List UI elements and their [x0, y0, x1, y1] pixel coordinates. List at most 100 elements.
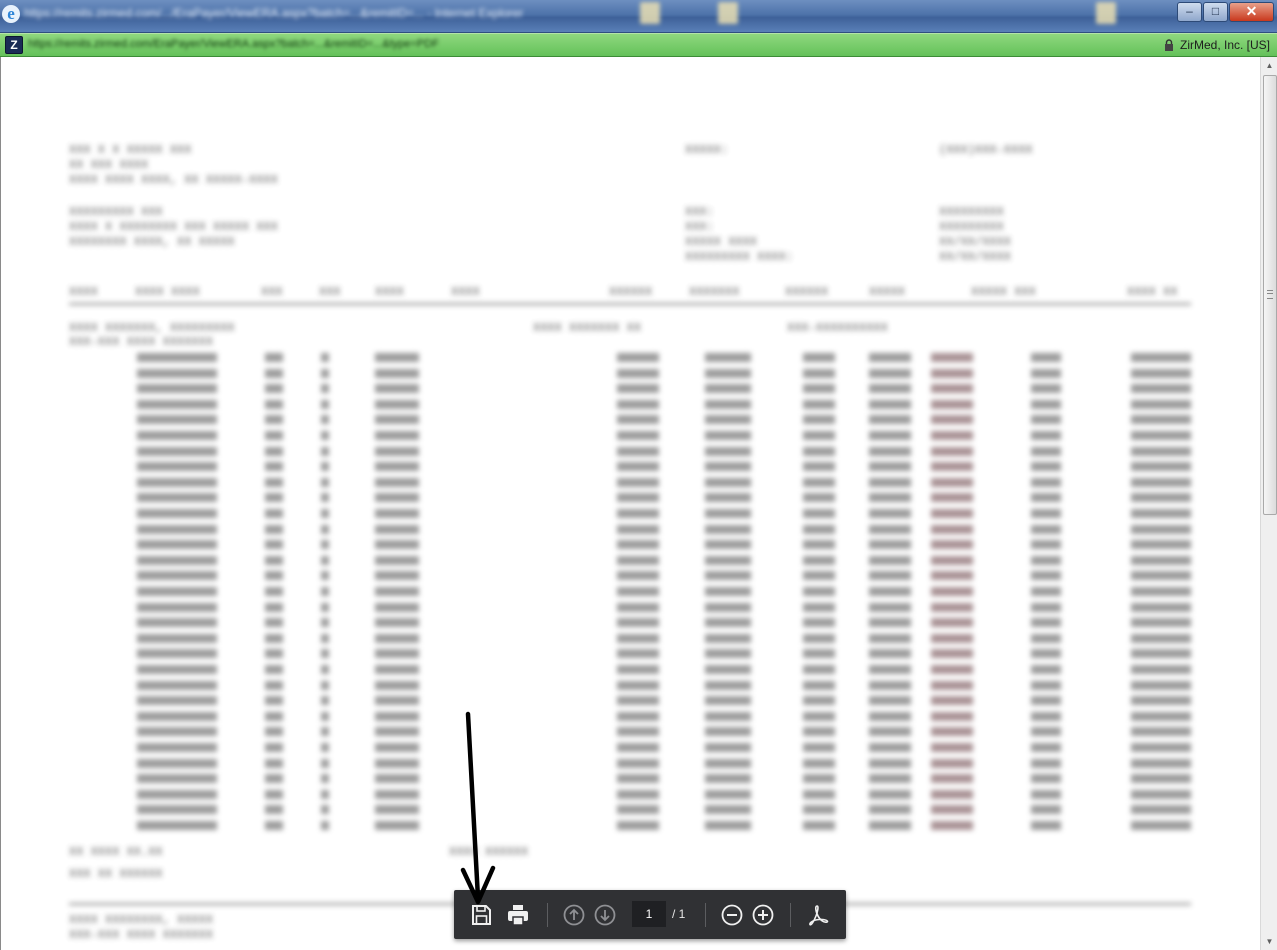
service-line-cell: [265, 711, 283, 721]
service-line-cell: [869, 789, 911, 799]
service-line-cell: [137, 696, 183, 706]
service-line-cell: [931, 571, 973, 581]
service-line-cell: [137, 415, 183, 425]
scroll-down-icon[interactable]: ▼: [1261, 933, 1277, 950]
service-line-cell: [375, 805, 419, 815]
service-line-cell: [265, 789, 283, 799]
column-header: XXX: [261, 285, 283, 299]
service-line-cell: [617, 680, 659, 690]
page-total: / 1: [672, 907, 686, 921]
service-line-cell: [803, 649, 835, 659]
service-line-cell: [1131, 415, 1191, 425]
service-line-cell: [1031, 555, 1061, 565]
service-line-cell: [375, 431, 419, 440]
service-line-cell: [1031, 602, 1061, 612]
service-line-cell: [803, 618, 835, 628]
service-line-cell: [1031, 774, 1061, 784]
service-line-cell: [617, 821, 659, 830]
zoom-in-button[interactable]: [750, 902, 776, 928]
url-text[interactable]: https://remits.zirmed.com/EraPayer/ViewE…: [28, 38, 528, 52]
service-line-cell: [265, 618, 283, 628]
address-bar[interactable]: Z https://remits.zirmed.com/EraPayer/Vie…: [0, 33, 1277, 57]
tin-value: XXXXXXXXX: [939, 220, 1004, 234]
pdf-toolbar: / 1: [454, 890, 846, 939]
column-header: XXXXXX: [785, 285, 829, 299]
service-line-cell: [375, 587, 419, 596]
service-line-cell: [705, 602, 751, 612]
service-line-cell: [1031, 368, 1061, 378]
service-line-cell: [1131, 774, 1191, 784]
service-line-cell: [1131, 477, 1191, 487]
service-line-cell: [803, 493, 835, 503]
service-line-cell: [137, 399, 183, 409]
service-line-cell: [705, 399, 751, 409]
certificate-label[interactable]: ZirMed, Inc. [US]: [1180, 38, 1270, 52]
scroll-up-icon[interactable]: ▲: [1261, 57, 1277, 74]
service-line-cell: [375, 696, 419, 706]
service-line-cell: [137, 368, 183, 378]
previous-page-button[interactable]: [561, 902, 587, 928]
service-line-cell: [1031, 446, 1061, 456]
service-line-cell: [705, 789, 751, 799]
grip-icon: [1267, 290, 1273, 299]
service-line-cell: [705, 821, 751, 830]
window-thumbnail: [718, 2, 738, 24]
service-line-cell: [321, 540, 329, 550]
service-line-cell: [705, 758, 751, 768]
page-number-input[interactable]: [632, 901, 666, 927]
service-line-cell: [617, 555, 659, 565]
next-page-button[interactable]: [592, 902, 618, 928]
service-line-cell: [1031, 618, 1061, 628]
scroll-thumb[interactable]: [1263, 75, 1277, 515]
service-line-cell: [705, 649, 751, 659]
vertical-scrollbar[interactable]: ▲ ▼: [1260, 57, 1277, 950]
print-button[interactable]: [505, 902, 531, 928]
service-line-cell: [137, 477, 183, 487]
payer-address: XX XXX XXXX: [69, 158, 149, 172]
service-line-cell: [321, 509, 329, 518]
column-header: XXXXX: [869, 285, 906, 299]
service-line-cell: [705, 509, 751, 518]
pointer-arrow-icon: [460, 711, 496, 905]
service-line-cell: [183, 711, 217, 721]
service-line-cell: [265, 368, 283, 378]
service-line-cell: [1131, 743, 1191, 752]
column-header: XXXXXXX: [689, 285, 740, 299]
net-totals: XXX XX XXXXXX: [69, 867, 163, 881]
service-line-cell: [869, 618, 911, 628]
service-line-cell: [375, 774, 419, 784]
service-line-cell: [617, 587, 659, 596]
service-line-cell: [617, 758, 659, 768]
service-line-cell: [265, 727, 283, 737]
service-line-cell: [137, 587, 183, 596]
service-line-cell: [931, 743, 973, 752]
service-line-cell: [803, 758, 835, 768]
service-line-cell: [705, 665, 751, 674]
service-line-cell: [137, 571, 183, 581]
service-line-cell: [705, 446, 751, 456]
claim-subscriber: XXX-XXX XXXX XXXXXXX: [69, 928, 214, 942]
service-line-cell: [803, 353, 835, 362]
open-in-acrobat-button[interactable]: [805, 902, 831, 928]
service-line-cell: [183, 727, 217, 737]
service-line-cell: [705, 555, 751, 565]
service-line-cell: [1031, 711, 1061, 721]
service-line-cell: [265, 587, 283, 596]
service-line-cell: [1031, 587, 1061, 596]
service-line-cell: [321, 368, 329, 378]
lock-icon[interactable]: [1164, 39, 1174, 51]
minimize-button[interactable]: –: [1177, 2, 1202, 22]
service-line-cell: [137, 649, 183, 659]
service-line-cell: [869, 711, 911, 721]
zoom-out-button[interactable]: [719, 902, 745, 928]
close-button[interactable]: ✕: [1229, 2, 1274, 22]
service-line-cell: [869, 493, 911, 503]
service-line-cell: [375, 758, 419, 768]
service-line-cell: [931, 368, 973, 378]
service-line-cell: [321, 384, 329, 394]
service-line-cell: [375, 462, 419, 472]
service-line-cell: [1131, 431, 1191, 440]
maximize-button[interactable]: □: [1203, 2, 1228, 22]
service-line-cell: [1031, 665, 1061, 674]
service-line-cell: [321, 415, 329, 425]
